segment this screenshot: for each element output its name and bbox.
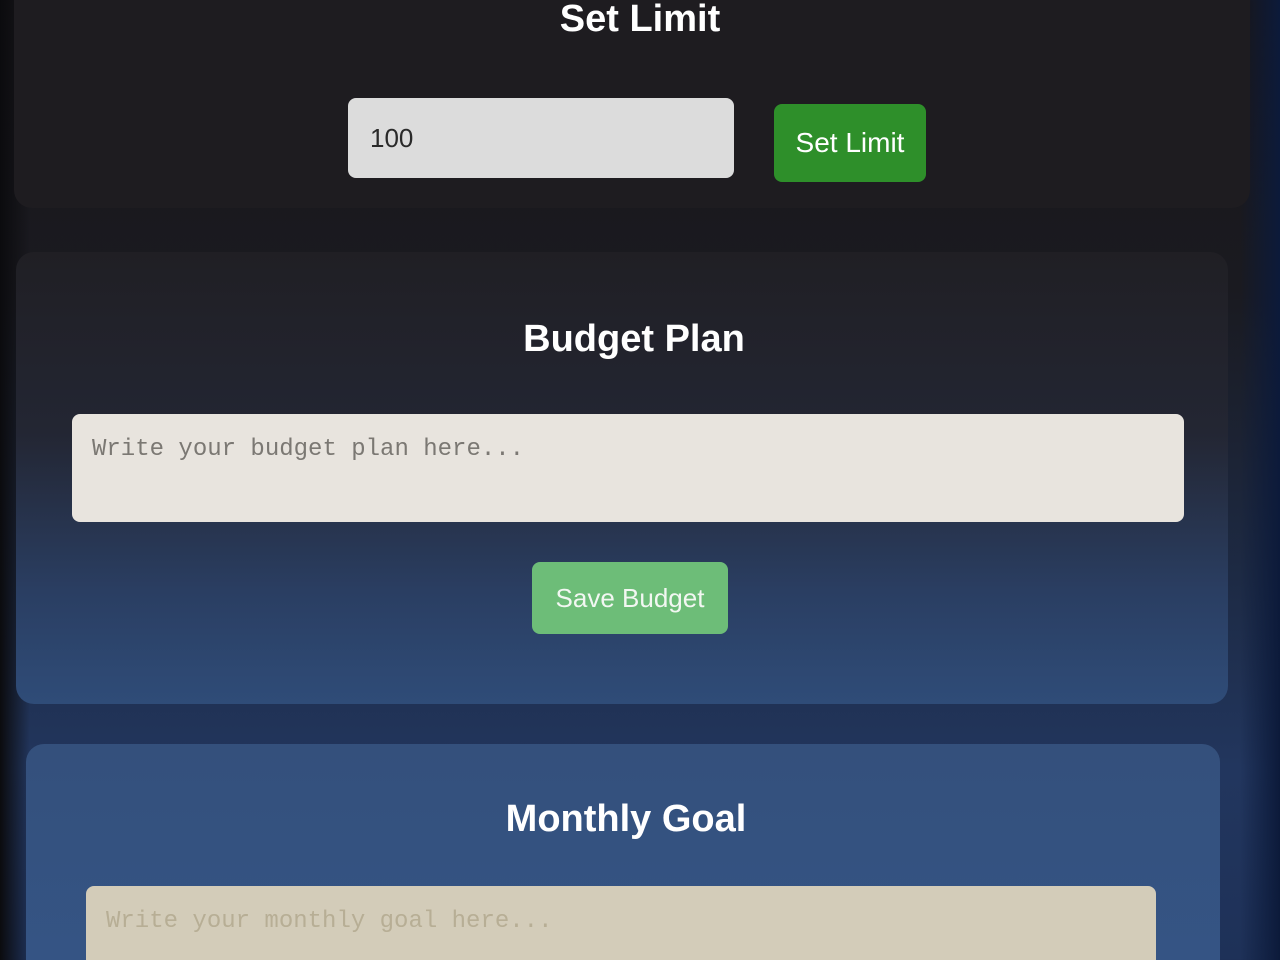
budget-plan-input[interactable]	[72, 414, 1184, 522]
limit-input[interactable]	[348, 98, 734, 178]
save-budget-button[interactable]: Save Budget	[532, 562, 728, 634]
budget-plan-title: Budget Plan	[523, 318, 745, 360]
monthly-goal-input[interactable]	[86, 886, 1156, 960]
set-limit-button[interactable]: Set Limit	[774, 104, 926, 182]
monthly-goal-title: Monthly Goal	[505, 798, 747, 840]
set-limit-title: Set Limit	[559, 0, 721, 40]
